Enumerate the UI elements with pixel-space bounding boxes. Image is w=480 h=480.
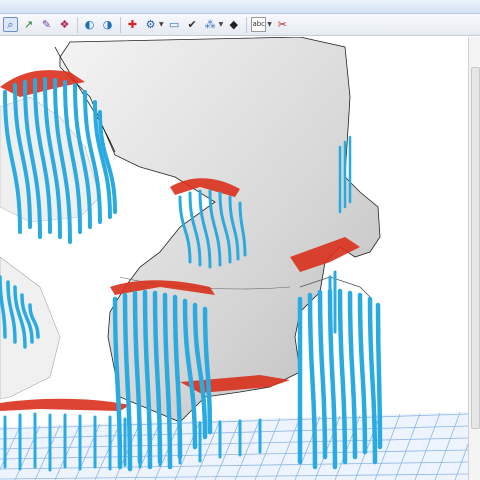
scrollbar-thumb[interactable] bbox=[471, 67, 480, 429]
support-settings-icon[interactable]: ⚙ bbox=[143, 17, 158, 32]
view-back-icon[interactable]: ◑ bbox=[100, 17, 115, 32]
toolbar: ⌕ ↗ ✎ ❖ ◐ ◑ ✚ ⚙ ▼ ▭ ✔ ⁂ ▼ ◆ abc ▼ ✂ bbox=[0, 14, 480, 36]
paint-tool-icon[interactable]: ✎ bbox=[39, 17, 54, 32]
toolbar-separator bbox=[120, 16, 121, 33]
toolbar-separator bbox=[246, 16, 248, 33]
chevron-down-icon[interactable]: ▼ bbox=[219, 21, 224, 28]
build-platform bbox=[0, 412, 468, 480]
scene bbox=[0, 37, 468, 480]
view-front-icon[interactable]: ◐ bbox=[82, 17, 97, 32]
add-support-icon[interactable]: ✚ bbox=[125, 17, 140, 32]
generate-supports-icon[interactable]: ⁂ bbox=[203, 17, 218, 32]
group-tool-icon[interactable]: ❖ bbox=[57, 17, 72, 32]
title-bar bbox=[0, 0, 480, 14]
toolbar-separator bbox=[77, 16, 78, 33]
layer-icon[interactable]: ◆ bbox=[226, 17, 241, 32]
chevron-down-icon[interactable]: ▼ bbox=[159, 21, 164, 28]
bar-tool-icon[interactable]: ▭ bbox=[167, 17, 182, 32]
cut-tool-icon[interactable]: ✂ bbox=[275, 17, 290, 32]
support-strut bbox=[375, 302, 383, 450]
check-icon[interactable]: ✔ bbox=[185, 17, 200, 32]
3d-viewport[interactable] bbox=[0, 37, 468, 480]
text-label-icon[interactable]: abc bbox=[251, 17, 267, 32]
chevron-down-icon[interactable]: ▼ bbox=[267, 21, 272, 28]
move-tool-icon[interactable]: ↗ bbox=[21, 17, 36, 32]
vertical-scrollbar[interactable] bbox=[468, 37, 480, 480]
select-tool-icon[interactable]: ⌕ bbox=[3, 17, 18, 32]
